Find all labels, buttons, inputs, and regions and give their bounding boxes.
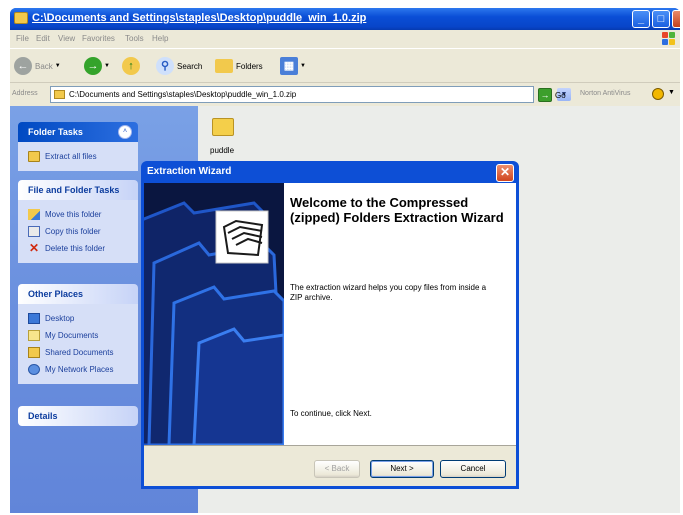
zip-folder-icon (54, 90, 65, 99)
file-folder-tasks-body: Move this folder Copy this folder ✕ Dele… (18, 200, 138, 263)
up-folder-button[interactable]: ↑ (122, 56, 140, 76)
wizard-heading: Welcome to the Compressed (zipped) Folde… (290, 195, 504, 225)
back-dropdown-icon[interactable]: ▼ (55, 63, 61, 69)
views-dropdown-icon[interactable]: ▼ (300, 63, 306, 69)
folders-label: Folders (236, 61, 263, 71)
address-bar: Address C:\Documents and Settings\staple… (10, 82, 680, 106)
place-shared-documents[interactable]: Shared Documents (28, 344, 132, 361)
extract-icon (28, 151, 40, 162)
menu-favorites[interactable]: Favorites (82, 34, 115, 43)
minimize-button[interactable]: _ (632, 10, 650, 28)
wizard-description: The extraction wizard helps you copy fil… (290, 283, 487, 302)
menu-bar: File Edit View Favorites Tools Help (10, 30, 680, 48)
views-button[interactable]: ▦ ▼ (280, 56, 306, 76)
back-button[interactable]: ← Back ▼ (14, 56, 61, 76)
my-documents-icon (28, 330, 40, 341)
wizard-content: Welcome to the Compressed (zipped) Folde… (284, 183, 516, 445)
place-network-places[interactable]: My Network Places (28, 361, 132, 378)
go-label: Go (555, 90, 566, 100)
other-places-body: Desktop My Documents Shared Documents My… (18, 304, 138, 384)
magnifier-icon: ⚲ (156, 57, 174, 75)
forward-arrow-icon: → (84, 57, 102, 75)
other-places-header[interactable]: Other Places (18, 284, 138, 304)
other-places-title: Other Places (28, 289, 84, 299)
details-panel: Details (18, 406, 138, 426)
place-my-documents[interactable]: My Documents (28, 327, 132, 344)
norton-icon[interactable] (652, 88, 664, 100)
search-label: Search (177, 61, 203, 71)
folders-icon (215, 59, 233, 73)
task-label: Move this folder (45, 210, 102, 219)
place-label: Desktop (45, 314, 75, 323)
maximize-button[interactable]: □ (652, 10, 670, 28)
go-button[interactable]: → Go (538, 88, 566, 102)
extraction-wizard-dialog: Extraction Wizard ✕ Welcome to the Compr… (141, 161, 519, 489)
up-folder-icon: ↑ (122, 57, 140, 75)
close-button[interactable] (672, 10, 680, 28)
desktop-icon (28, 313, 40, 324)
task-label: Extract all files (45, 152, 97, 161)
standard-toolbar: ← Back ▼ → ▼ ↑ ⚲ Search Folders ▦ ▼ (10, 48, 680, 82)
task-move-folder[interactable]: Move this folder (28, 206, 132, 223)
zip-folder-icon (14, 12, 28, 24)
window-title: C:\Documents and Settings\staples\Deskto… (32, 12, 367, 24)
place-desktop[interactable]: Desktop (28, 310, 132, 327)
title-bar[interactable]: C:\Documents and Settings\staples\Deskto… (10, 8, 680, 30)
menu-tools[interactable]: Tools (125, 34, 144, 43)
task-label: Copy this folder (45, 227, 101, 236)
task-copy-folder[interactable]: Copy this folder (28, 223, 132, 240)
copy-folder-icon (28, 226, 40, 237)
wizard-continue-text: To continue, click Next. (290, 409, 372, 418)
place-label: My Documents (45, 331, 99, 340)
address-value: C:\Documents and Settings\staples\Deskto… (69, 90, 297, 99)
folder-tasks-body: Extract all files (18, 142, 138, 171)
cancel-button[interactable]: Cancel (440, 460, 506, 478)
file-item-label[interactable]: puddle (210, 146, 234, 155)
windows-logo-icon (662, 32, 676, 46)
delete-icon: ✕ (28, 241, 40, 255)
address-field[interactable]: C:\Documents and Settings\staples\Deskto… (50, 86, 571, 103)
wizard-folders-artwork (144, 183, 284, 445)
address-label: Address (12, 90, 38, 97)
shared-documents-icon (28, 347, 40, 358)
menu-view[interactable]: View (58, 34, 75, 43)
folder-tasks-panel: Folder Tasks ˄ Extract all files (18, 122, 138, 171)
file-folder-tasks-panel: File and Folder Tasks Move this folder C… (18, 180, 138, 263)
task-label: Delete this folder (45, 244, 106, 253)
file-folder-tasks-title: File and Folder Tasks (28, 185, 120, 195)
norton-antivirus-label[interactable]: Norton AntiVirus (580, 90, 630, 97)
folder-icon[interactable] (212, 118, 234, 136)
views-icon: ▦ (280, 57, 298, 75)
back-button[interactable]: < Back (314, 460, 360, 478)
menu-file[interactable]: File (16, 34, 29, 43)
place-label: My Network Places (45, 365, 114, 374)
file-folder-tasks-header[interactable]: File and Folder Tasks (18, 180, 138, 200)
place-label: Shared Documents (45, 348, 114, 357)
details-title: Details (28, 411, 58, 421)
move-folder-icon (28, 209, 40, 220)
forward-dropdown-icon[interactable]: ▼ (104, 63, 110, 69)
back-label: Back (35, 61, 53, 71)
back-arrow-icon: ← (14, 57, 32, 75)
forward-button[interactable]: → ▼ (84, 56, 110, 76)
details-header[interactable]: Details (18, 406, 138, 426)
menu-help[interactable]: Help (152, 34, 168, 43)
other-places-panel: Other Places Desktop My Documents Shared… (18, 284, 138, 384)
dialog-title: Extraction Wizard (147, 166, 232, 177)
task-extract-all[interactable]: Extract all files (28, 148, 132, 165)
folder-tasks-title: Folder Tasks (28, 127, 83, 137)
search-button[interactable]: ⚲ Search (156, 56, 202, 76)
menu-edit[interactable]: Edit (36, 34, 50, 43)
next-button[interactable]: Next > (370, 460, 434, 478)
folder-tasks-header[interactable]: Folder Tasks ˄ (18, 122, 138, 142)
task-delete-folder[interactable]: ✕ Delete this folder (28, 240, 132, 257)
norton-dropdown-icon[interactable]: ▼ (668, 89, 675, 96)
go-arrow-icon: → (538, 88, 552, 102)
dialog-close-button[interactable]: ✕ (496, 164, 514, 182)
network-places-icon (28, 364, 40, 375)
collapse-chevron-icon[interactable]: ˄ (118, 125, 132, 139)
wizard-banner (144, 183, 284, 445)
wizard-footer: < Back Next > Cancel (144, 445, 516, 486)
folders-button[interactable]: Folders (215, 56, 263, 76)
